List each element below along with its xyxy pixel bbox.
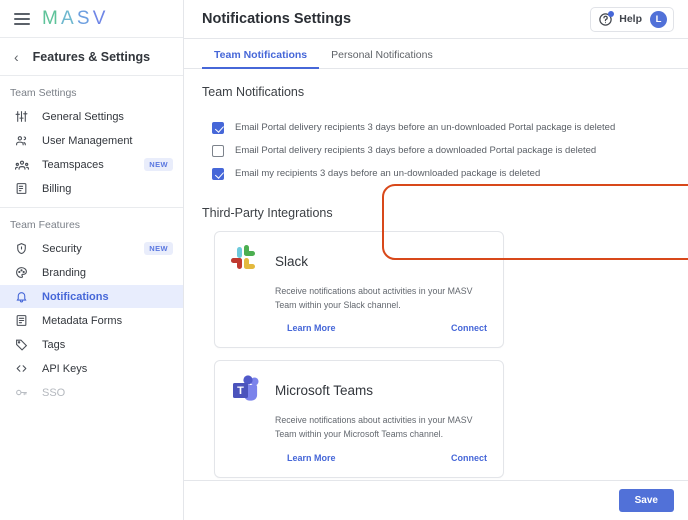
notification-checkbox-group: Email Portal delivery recipients 3 days … (202, 109, 670, 189)
avatar[interactable]: L (650, 10, 667, 28)
sidebar-item-api-keys[interactable]: API Keys (0, 357, 183, 380)
sidebar-back-label: Features & Settings (32, 49, 151, 64)
integration-name: Microsoft Teams (275, 382, 374, 398)
checkbox-label: Email Portal delivery recipients 3 days … (235, 122, 616, 133)
logo-letter-m: M (42, 8, 62, 29)
content-area: Team Notifications Email Portal delivery… (184, 69, 688, 480)
masv-logo[interactable]: MASV (42, 9, 109, 28)
sidebar-header: MASV (0, 0, 183, 38)
section-title-team-notifications: Team Notifications (202, 85, 305, 99)
palette-icon (14, 265, 29, 280)
hamburger-menu-icon[interactable] (14, 12, 30, 25)
card-actions: Learn More Connect (287, 323, 487, 333)
integration-description: Receive notifications about activities i… (275, 286, 473, 310)
connect-link[interactable]: Connect (451, 453, 487, 463)
card-header: Slack (231, 245, 487, 277)
footer-bar: Save (184, 480, 688, 520)
group-icon (14, 157, 29, 172)
sidebar: MASV ‹ Features & Settings Team Settings… (0, 0, 184, 520)
section-title-third-party-integrations: Third-Party Integrations (202, 206, 333, 220)
sidebar-item-sso[interactable]: SSO (0, 381, 183, 404)
sidebar-item-notifications[interactable]: Notifications (0, 285, 183, 308)
sidebar-item-user-management[interactable]: User Management (0, 129, 183, 152)
checkbox-label: Email my recipients 3 days before an un-… (235, 168, 541, 179)
sliders-icon (14, 109, 29, 124)
checkbox-input[interactable] (212, 144, 224, 157)
badge-new: NEW (144, 158, 173, 171)
badge-new: NEW (144, 242, 173, 255)
sidebar-item-label: Branding (42, 266, 87, 279)
code-icon (14, 361, 29, 376)
integration-card-microsoft-teams: T Microsoft Teams Receive notifications … (214, 360, 504, 478)
sidebar-item-label: Billing (42, 182, 72, 195)
tab-bar: Team Notifications Personal Notification… (184, 39, 688, 69)
page-title: Notifications Settings (202, 11, 352, 27)
app-window: MASV ‹ Features & Settings Team Settings… (0, 0, 688, 520)
learn-more-link[interactable]: Learn More (287, 453, 336, 463)
receipt-icon (14, 181, 29, 196)
shield-icon (14, 241, 29, 256)
help-label: Help (619, 13, 642, 25)
card-actions: Learn More Connect (287, 453, 487, 463)
sidebar-item-label: Notifications (42, 290, 109, 303)
sidebar-item-teamspaces[interactable]: Teamspaces NEW (0, 153, 183, 176)
sidebar-item-metadata-forms[interactable]: Metadata Forms (0, 309, 183, 332)
users-icon (14, 133, 29, 148)
sidebar-item-security[interactable]: Security NEW (0, 237, 183, 260)
tab-personal-notifications[interactable]: Personal Notifications (319, 49, 445, 68)
svg-text:T: T (237, 385, 244, 397)
sidebar-item-general-settings[interactable]: General Settings (0, 105, 183, 128)
help-question-icon (598, 10, 615, 27)
sidebar-item-branding[interactable]: Branding (0, 261, 183, 284)
sidebar-item-billing[interactable]: Billing (0, 177, 183, 200)
save-button[interactable]: Save (618, 489, 674, 512)
learn-more-link[interactable]: Learn More (287, 323, 336, 333)
form-icon (14, 313, 29, 328)
checkbox-row-my-recipients[interactable]: Email my recipients 3 days before an un-… (212, 162, 660, 185)
chevron-left-icon: ‹ (14, 48, 19, 65)
back-to-features-settings[interactable]: ‹ Features & Settings (0, 38, 183, 76)
integration-name: Slack (275, 253, 309, 269)
sidebar-item-label: User Management (42, 134, 133, 147)
sidebar-item-label: Tags (42, 338, 66, 351)
sidebar-item-label: API Keys (42, 362, 88, 375)
connect-link[interactable]: Connect (451, 323, 487, 333)
tag-icon (14, 337, 29, 352)
main-panel: Notifications Settings Help L Team Notif… (184, 0, 688, 520)
tab-team-notifications[interactable]: Team Notifications (202, 49, 320, 69)
key-icon (14, 385, 29, 400)
integration-description: Receive notifications about activities i… (275, 415, 473, 439)
microsoft-teams-logo-icon: T (231, 374, 263, 406)
checkbox-row-downloaded-portal[interactable]: Email Portal delivery recipients 3 days … (212, 139, 660, 162)
top-right-controls: Help L (590, 6, 674, 32)
sidebar-item-label: General Settings (42, 110, 124, 123)
logo-letter-v: V (92, 8, 109, 29)
sidebar-group-title-team-settings: Team Settings (10, 87, 77, 99)
sidebar-item-label: Security (42, 242, 82, 255)
sidebar-item-label: Metadata Forms (42, 314, 123, 327)
sidebar-item-tags[interactable]: Tags (0, 333, 183, 356)
bell-icon (14, 289, 29, 304)
sidebar-item-label: SSO (42, 386, 66, 399)
card-header: T Microsoft Teams (231, 374, 487, 406)
sidebar-group-title-team-features: Team Features (10, 219, 81, 231)
logo-letter-a: A (61, 8, 77, 29)
checkbox-label: Email Portal delivery recipients 3 days … (235, 145, 597, 156)
help-button[interactable]: Help (598, 10, 642, 27)
checkbox-input[interactable] (212, 121, 224, 134)
checkbox-row-undownloaded-portal[interactable]: Email Portal delivery recipients 3 days … (212, 116, 660, 139)
checkbox-input[interactable] (212, 167, 224, 180)
top-bar: Notifications Settings Help L (184, 0, 688, 39)
logo-letter-s: S (76, 8, 93, 29)
sidebar-item-label: Teamspaces (42, 158, 104, 171)
slack-logo-icon (231, 245, 263, 277)
integration-card-slack: Slack Receive notifications about activi… (214, 231, 504, 349)
help-notification-dot (608, 10, 615, 17)
